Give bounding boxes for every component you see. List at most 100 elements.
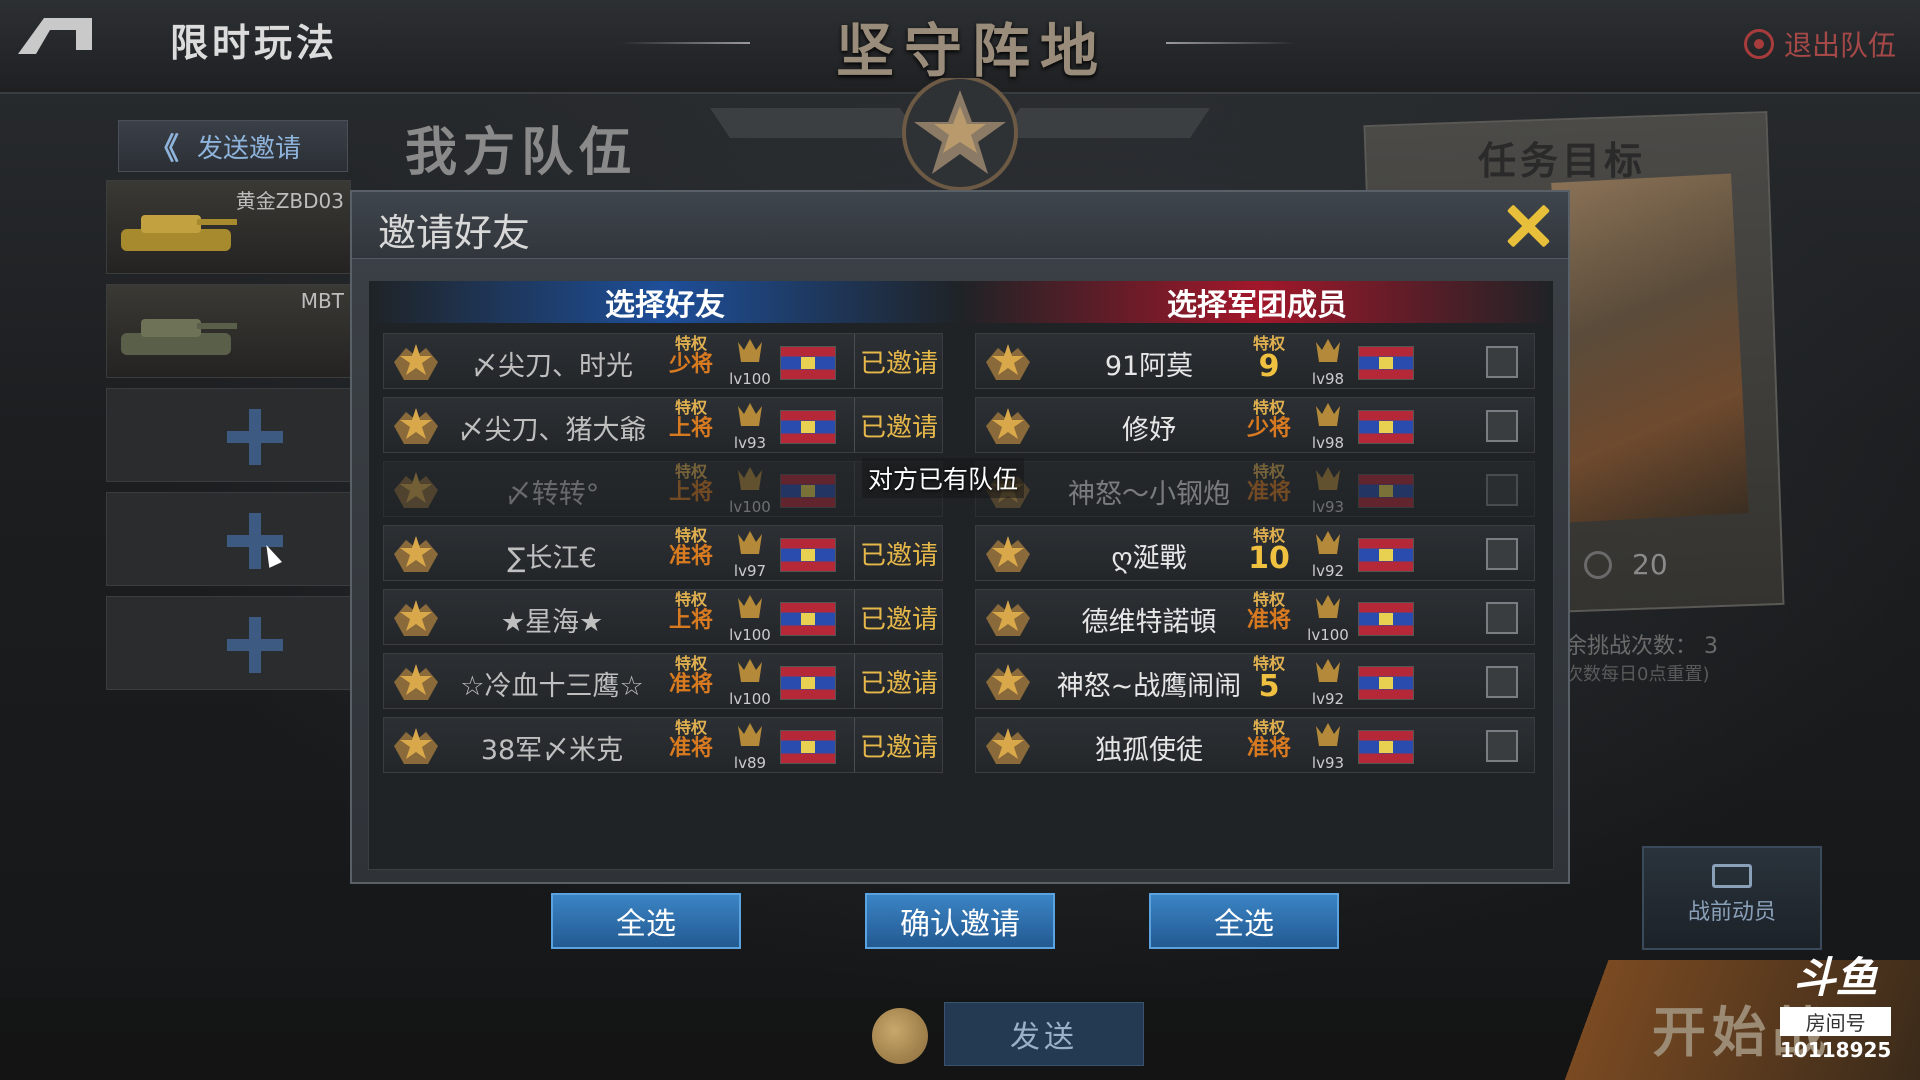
friend-row[interactable]: 〆尖刀、猪大爺 特权 上将 lv93 已邀请 — [383, 397, 943, 453]
flag-icon — [780, 474, 836, 508]
mobilize-label: 战前动员 — [1687, 900, 1776, 925]
member-checkbox[interactable] — [1486, 538, 1518, 570]
legion-member-row[interactable]: 修妤 特权 少将 lv98 — [975, 397, 1535, 453]
star-emblem-icon — [710, 78, 1210, 191]
team-slot[interactable]: 黄金ZBD03 — [106, 180, 351, 274]
level-rank-icon — [1316, 467, 1340, 490]
page-title: 坚守阵地 — [836, 17, 1109, 85]
level-text: lv98 — [1311, 370, 1345, 388]
flag-icon — [1358, 730, 1414, 764]
invite-status[interactable]: 已邀请 — [854, 718, 943, 772]
badge-rank: 上将 — [668, 480, 713, 505]
level-badge: lv93 — [1304, 464, 1352, 516]
member-name: 神怒～小钢炮 — [1068, 479, 1230, 510]
member-checkbox[interactable] — [1486, 666, 1518, 698]
double-chevron-left-icon: 《 — [149, 132, 179, 167]
slot-tank-name: 黄金ZBD03 — [235, 189, 344, 213]
badge-top: 特权 — [1252, 718, 1285, 737]
level-text: lv98 — [1311, 434, 1345, 452]
legion-member-row[interactable]: 神怒～小钢炮 特权 准将 lv93 — [975, 461, 1535, 517]
vip-rank-badge: 特权 准将 — [666, 656, 716, 708]
member-checkbox[interactable] — [1486, 474, 1518, 506]
member-checkbox[interactable] — [1486, 730, 1518, 762]
invite-status[interactable]: 已邀请 — [854, 526, 943, 580]
level-rank-icon — [738, 339, 762, 362]
level-text: lv93 — [1311, 754, 1345, 772]
remaining-label: 余挑战次数： — [1565, 634, 1698, 659]
legion-member-row[interactable]: 神怒~战鹰闹闹 特权 5 lv92 — [975, 653, 1535, 709]
member-checkbox[interactable] — [1486, 346, 1518, 378]
rank-emblem-icon — [986, 664, 1030, 700]
leave-team-button[interactable]: 退出队伍 — [1744, 24, 1896, 64]
legion-column-header: 选择军团成员 — [961, 281, 1553, 323]
member-name: 神怒~战鹰闹闹 — [1056, 671, 1242, 702]
friend-row[interactable]: 〆尖刀、时光 特权 少将 lv100 已邀请 — [383, 333, 943, 389]
confirm-invite-button[interactable]: 确认邀请 — [865, 893, 1055, 949]
vip-rank-badge: 特权 上将 — [666, 464, 716, 516]
level-rank-icon — [1316, 339, 1340, 362]
level-rank-icon — [738, 723, 762, 746]
vip-rank-badge: 特权 5 — [1244, 656, 1294, 708]
level-text: lv92 — [1311, 562, 1345, 580]
friend-name: 38军〆米克 — [480, 735, 624, 766]
level-rank-icon — [738, 659, 762, 682]
select-all-legion-button[interactable]: 全选 — [1149, 893, 1339, 949]
friend-name: 〆转转° — [504, 479, 600, 510]
friend-row[interactable]: 38军〆米克 特权 准将 lv89 已邀请 — [383, 717, 943, 773]
mission-reward: 20 — [1584, 548, 1668, 581]
level-badge: lv92 — [1304, 528, 1352, 580]
friend-row[interactable]: ∑长江€ 特权 准将 lv97 已邀请 — [383, 525, 943, 581]
level-badge: lv100 — [726, 464, 774, 516]
send-invite-button[interactable]: 《 发送邀请 — [118, 120, 348, 172]
friend-row[interactable]: ☆冷血十三鹰☆ 特权 准将 lv100 已邀请 — [383, 653, 943, 709]
badge-rank: 5 — [1258, 669, 1280, 704]
rank-emblem-icon — [394, 664, 438, 700]
level-badge: lv97 — [726, 528, 774, 580]
toast-message: 对方已有队伍 — [862, 458, 1025, 498]
member-checkbox[interactable] — [1486, 602, 1518, 634]
vip-rank-badge: 特权 准将 — [666, 528, 716, 580]
select-all-friends-button[interactable]: 全选 — [551, 893, 741, 949]
empty-team-slot[interactable] — [106, 596, 351, 690]
level-text: lv93 — [1311, 498, 1345, 516]
level-text: lv92 — [1311, 690, 1345, 708]
legion-member-row[interactable]: 91阿莫 特权 9 lv98 — [975, 333, 1535, 389]
vip-rank-badge: 特权 上将 — [666, 592, 716, 644]
legion-member-row[interactable]: 德维特諾頓 特权 准将 lv100 — [975, 589, 1535, 645]
level-badge: lv92 — [1304, 656, 1352, 708]
emoji-icon[interactable] — [872, 1008, 928, 1064]
flag-icon — [1358, 346, 1414, 380]
chat-send-button[interactable]: 发送 — [944, 1002, 1144, 1066]
back-arrow-icon[interactable] — [14, 10, 98, 58]
pre-battle-mobilize-button[interactable]: 战前动员 — [1642, 846, 1822, 950]
friend-row[interactable]: 〆转转° 特权 上将 lv100 — [383, 461, 943, 517]
flag-icon — [780, 410, 836, 444]
friend-row[interactable]: ★星海★ 特权 上将 lv100 已邀请 — [383, 589, 943, 645]
rank-emblem-icon — [394, 600, 438, 636]
flag-icon — [1358, 410, 1414, 444]
vip-rank-badge: 特权 准将 — [666, 720, 716, 772]
badge-top: 特权 — [674, 398, 707, 417]
invite-status[interactable]: 已邀请 — [854, 398, 943, 452]
level-badge: lv98 — [1304, 400, 1352, 452]
badge-rank: 10 — [1248, 541, 1290, 576]
vip-rank-badge: 特权 准将 — [1244, 464, 1294, 516]
team-slot[interactable]: MBT — [106, 284, 351, 378]
leave-team-label: 退出队伍 — [1784, 29, 1897, 62]
member-checkbox[interactable] — [1486, 410, 1518, 442]
legion-member-row[interactable]: ღ涎戰 特权 10 lv92 — [975, 525, 1535, 581]
invite-status[interactable]: 已邀请 — [854, 590, 943, 644]
empty-team-slot[interactable] — [106, 388, 351, 482]
invite-status[interactable]: 已邀请 — [854, 654, 943, 708]
our-team-title: 我方队伍 — [405, 123, 638, 183]
empty-team-slot[interactable] — [106, 492, 351, 586]
close-icon[interactable] — [1504, 202, 1552, 250]
tank-image-icon — [121, 215, 237, 251]
level-rank-icon — [738, 467, 762, 490]
legion-member-row[interactable]: 独孤使徒 特权 准将 lv93 — [975, 717, 1535, 773]
invite-status[interactable]: 已邀请 — [854, 334, 943, 388]
flag-icon — [780, 602, 836, 636]
flag-icon — [780, 538, 836, 572]
rank-emblem-icon — [394, 408, 438, 444]
remaining-challenges: 余挑战次数： 3 — [1565, 628, 1718, 660]
